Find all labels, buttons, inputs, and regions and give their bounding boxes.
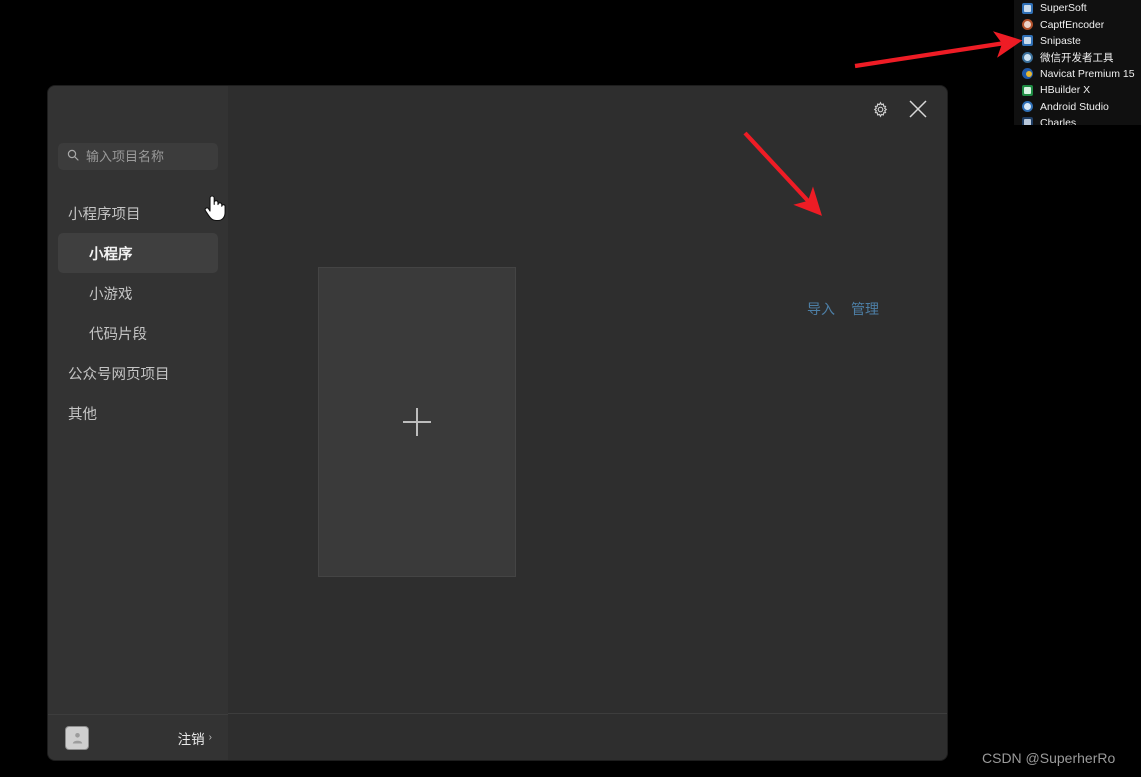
sidebar-item-label: 公众号网页项目 (68, 366, 170, 383)
app-list-item[interactable]: Android Studio (1014, 98, 1141, 114)
app-list-item-wechat-devtools[interactable]: 微信开发者工具 (1014, 49, 1141, 65)
snipaste-icon (1022, 35, 1033, 47)
sidebar-item-label: 小程序 (89, 246, 133, 263)
app-list-item[interactable]: Charles (1014, 115, 1141, 125)
app-list-item[interactable]: CaptfEncoder (1014, 16, 1141, 32)
app-list-item-label: Charles (1040, 116, 1077, 125)
content-divider (228, 713, 947, 714)
sidebar-nav: 小程序项目 小程序 小游戏 代码片段 公众号网页项目 其他 (48, 193, 228, 433)
charles-icon (1022, 117, 1033, 125)
header-actions: 导入 管理 (807, 299, 879, 319)
sidebar-item-label: 代码片段 (89, 326, 147, 343)
manage-link[interactable]: 管理 (851, 299, 879, 319)
plus-icon (403, 408, 431, 436)
search-icon (67, 148, 79, 166)
close-icon[interactable] (907, 98, 929, 120)
gear-icon[interactable] (869, 98, 891, 120)
sidebar: 小程序项目 小程序 小游戏 代码片段 公众号网页项目 其他 (48, 86, 228, 760)
supersoft-icon (1022, 2, 1033, 14)
hbuilder-icon (1022, 84, 1033, 96)
captfencoder-icon (1022, 19, 1033, 31)
chevron-right-icon: › (208, 732, 212, 743)
arrow-to-wechat-devtools (854, 31, 1023, 69)
pointer-hand-cursor (203, 192, 227, 227)
sidebar-footer: 注销 › (48, 714, 228, 760)
add-project-card[interactable] (318, 267, 516, 577)
sidebar-group-miniprogram-projects[interactable]: 小程序项目 (48, 193, 228, 233)
app-list-item-label: CaptfEncoder (1040, 18, 1105, 31)
sidebar-group-official-account-web[interactable]: 公众号网页项目 (48, 353, 228, 393)
app-list-item[interactable]: HBuilder X (1014, 82, 1141, 98)
android-studio-icon (1022, 101, 1033, 113)
start-menu-app-list[interactable]: SuperSoft CaptfEncoder Snipaste 微信开发者工具 … (1014, 0, 1141, 125)
logout-label: 注销 (177, 731, 205, 747)
logout-button[interactable]: 注销 › (178, 728, 212, 748)
app-list-item-label: HBuilder X (1040, 84, 1091, 97)
app-list-item-label: SuperSoft (1040, 2, 1087, 15)
avatar-icon[interactable] (66, 726, 88, 749)
search-box[interactable] (58, 143, 218, 170)
app-list-item-label: Navicat Premium 15 (1040, 67, 1135, 80)
app-list-item[interactable]: SuperSoft (1014, 0, 1141, 16)
sidebar-item-minigame[interactable]: 小游戏 (58, 273, 218, 313)
watermark: CSDN @SuperherRo (982, 750, 1116, 766)
sidebar-group-other[interactable]: 其他 (48, 393, 228, 433)
sidebar-item-code-snippet[interactable]: 代码片段 (58, 313, 218, 353)
window-titlebar (827, 86, 947, 132)
sidebar-item-label: 其他 (68, 406, 97, 423)
app-list-item[interactable]: Snipaste (1014, 33, 1141, 49)
main-panel: 小程序 编辑、调试小程序 导入 管理 (228, 86, 947, 760)
sidebar-item-label: 小游戏 (89, 286, 133, 303)
sidebar-item-label: 小程序项目 (68, 206, 141, 223)
wechat-devtools-window: 小程序项目 小程序 小游戏 代码片段 公众号网页项目 其他 (48, 86, 947, 760)
app-list-item[interactable]: Navicat Premium 15 (1014, 66, 1141, 82)
navicat-icon (1022, 68, 1033, 80)
app-list-item-label: Android Studio (1040, 100, 1109, 113)
wechat-devtools-icon (1022, 51, 1033, 63)
search-input[interactable] (86, 149, 209, 164)
sidebar-item-miniprogram[interactable]: 小程序 (58, 233, 218, 273)
app-list-item-label: 微信开发者工具 (1040, 51, 1114, 64)
import-link[interactable]: 导入 (807, 299, 835, 319)
app-list-item-label: Snipaste (1040, 34, 1081, 47)
